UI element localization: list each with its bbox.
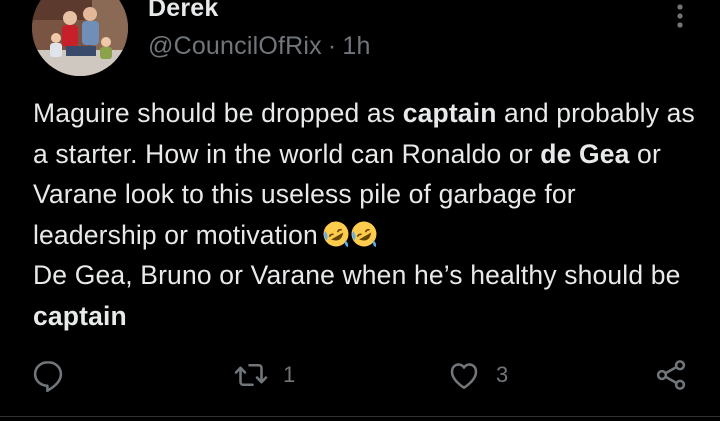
rolling-on-the-floor-laughing-icon [323, 221, 349, 247]
share-icon [656, 360, 686, 390]
tweet-text-segment: De Gea, Bruno or Varane when he’s health… [33, 260, 681, 290]
tweet-text-bold: captain [33, 300, 127, 331]
tweet-timestamp[interactable]: 1h [342, 32, 370, 60]
retweet-button[interactable]: 1 [233, 355, 295, 395]
tweet-text-segment: Maguire should be dropped as [33, 98, 403, 128]
author-handle[interactable]: @CouncilOfRix [148, 32, 322, 60]
tweet-meta: @CouncilOfRix · 1h [148, 32, 371, 61]
tweet-text: Maguire should be dropped as captain and… [33, 93, 703, 336]
avatar[interactable] [32, 0, 128, 76]
divider [0, 416, 720, 417]
more-vertical-icon [677, 4, 683, 28]
meta-separator: · [327, 32, 337, 60]
more-options-button[interactable] [664, 0, 696, 32]
heart-icon [450, 363, 478, 390]
retweet-icon [234, 363, 268, 387]
share-button[interactable] [653, 355, 689, 395]
tweet-text-bold: de Gea [540, 138, 630, 169]
like-count: 3 [496, 362, 509, 387]
avatar-photo [32, 0, 128, 76]
rolling-on-the-floor-laughing-icon [351, 221, 377, 247]
like-button[interactable]: 3 [446, 355, 508, 395]
tweet-action-bar: 1 3 [0, 355, 720, 395]
retweet-count: 1 [283, 362, 296, 387]
tweet-text-bold: captain [402, 98, 497, 128]
author-display-name[interactable]: Derek [148, 0, 219, 23]
reply-icon [33, 360, 63, 393]
reply-button[interactable] [30, 355, 66, 395]
